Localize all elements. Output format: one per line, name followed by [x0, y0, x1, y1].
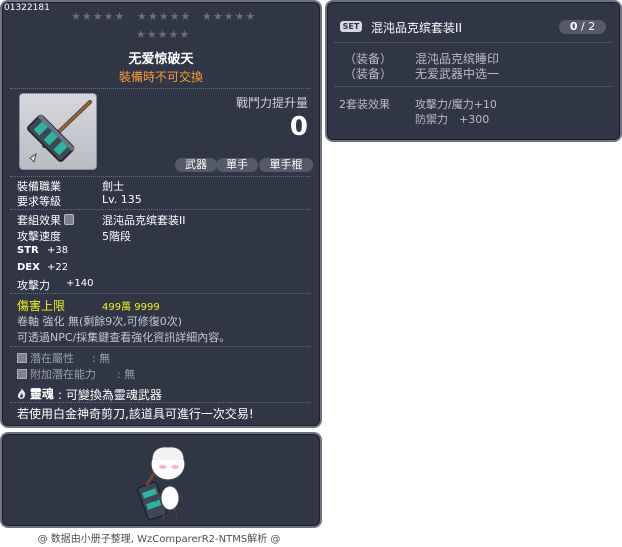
- power-increase-label: 戰鬥力提升量: [235, 96, 308, 110]
- character-avatar: [137, 446, 186, 521]
- star-group-3: ★★★★★: [202, 10, 257, 23]
- star-group-2: ★★★★★: [137, 10, 192, 23]
- divider: [335, 42, 612, 43]
- stat-str-label: STR: [17, 245, 39, 256]
- divider: [10, 346, 310, 347]
- level-value: Lv. 135: [102, 193, 142, 206]
- tag-weapon: 武器: [175, 158, 217, 172]
- job-value: 劍士: [102, 180, 124, 193]
- attack-label: 攻擊力: [17, 279, 50, 292]
- set-count-current: 0: [569, 20, 578, 33]
- set-member-type: （装备）: [344, 67, 393, 81]
- job-label: 裝備職業: [17, 180, 61, 193]
- item-tooltip: 01322181 ★★★★★ ★★★★★ ★★★★★ ★★★★★ 无爱惊破天 裝…: [0, 0, 322, 428]
- set-effect-row: 套組效果: [17, 212, 74, 228]
- scroll-info: 卷軸 強化 無(剩餘9次,可修復0次): [17, 315, 183, 328]
- level-label: 要求等級: [17, 195, 61, 208]
- star-group-4: ★★★★★: [136, 28, 191, 41]
- stat-dex-label: DEX: [17, 262, 40, 273]
- item-name: 无爱惊破天: [128, 52, 194, 67]
- divider: [10, 88, 310, 89]
- soul-row: 靈魂: [17, 385, 54, 402]
- set-effect-icon: [64, 214, 74, 225]
- tag-one-handed-blunt: 單手棍: [259, 158, 313, 172]
- divider: [10, 176, 310, 177]
- bonus-potential-row: 附加潛在能力: [17, 366, 96, 382]
- set-effect-count-label: 2套装效果: [339, 98, 390, 111]
- attack-speed-value: 5階段: [102, 230, 131, 243]
- divider: [10, 293, 310, 294]
- set-effect-line: 攻擊力/魔力+10: [415, 98, 497, 111]
- potential-value: : 無: [92, 352, 111, 365]
- divider: [10, 402, 310, 403]
- stat-str-value: +38: [47, 245, 69, 256]
- flame-icon: [17, 388, 26, 399]
- set-effect-label: 套組效果: [17, 214, 61, 227]
- hammer-weapon-icon: [27, 100, 92, 163]
- power-increase-value: 0: [289, 112, 308, 142]
- upgrade-hint: 可透過NPC/採集鍵查看強化資訊詳細內容。: [17, 331, 231, 344]
- potential-label: 潛在屬性: [30, 352, 74, 365]
- star-group-1: ★★★★★: [71, 10, 126, 23]
- bonus-potential-icon: [17, 369, 27, 379]
- set-effect-panel: SET 混沌品克缤套装II 0 / 2 （装备） 混沌品克缤睡印 （装备） 无爱…: [325, 0, 622, 142]
- attack-value: +140: [66, 278, 94, 289]
- avatar-preview-panel: [0, 432, 322, 528]
- set-effect-value: 混沌品克缤套装II: [102, 214, 186, 227]
- divider: [335, 86, 612, 87]
- bonus-potential-label: 附加潛在能力: [30, 368, 96, 381]
- soul-label: 靈魂: [29, 387, 54, 401]
- set-badge: SET: [340, 21, 362, 32]
- trade-notice: 裝備時不可交換: [118, 70, 203, 84]
- set-count-badge: 0 / 2: [559, 20, 606, 34]
- set-member-name: 无爱武器中选一: [415, 67, 500, 81]
- potential-row: 潛在屬性: [17, 350, 74, 366]
- data-source-footer: @ 数据由小册子整理, WzComparerR2-NTMS解析 @: [37, 534, 281, 545]
- damage-cap-value: 499萬 9999: [102, 302, 160, 313]
- item-id: 01322181: [4, 3, 50, 13]
- set-count-total: 2: [588, 20, 596, 33]
- bonus-potential-value: : 無: [117, 368, 136, 381]
- damage-cap-label: 傷害上限: [17, 299, 66, 313]
- tag-one-handed: 單手: [216, 158, 258, 172]
- stat-dex-value: +22: [47, 262, 69, 273]
- attack-speed-label: 攻擊速度: [17, 230, 61, 243]
- set-title: 混沌品克缤套装II: [371, 21, 463, 35]
- set-effect-line: 防禦力 +300: [415, 113, 490, 126]
- item-icon-frame: [19, 93, 97, 170]
- set-count-separator: /: [580, 20, 585, 33]
- divider: [10, 209, 310, 210]
- potential-icon: [17, 353, 27, 363]
- soul-value: : 可變換為靈魂武器: [58, 388, 162, 402]
- scissors-notice: 若使用白金神奇剪刀,該道具可進行一次交易!: [17, 407, 254, 421]
